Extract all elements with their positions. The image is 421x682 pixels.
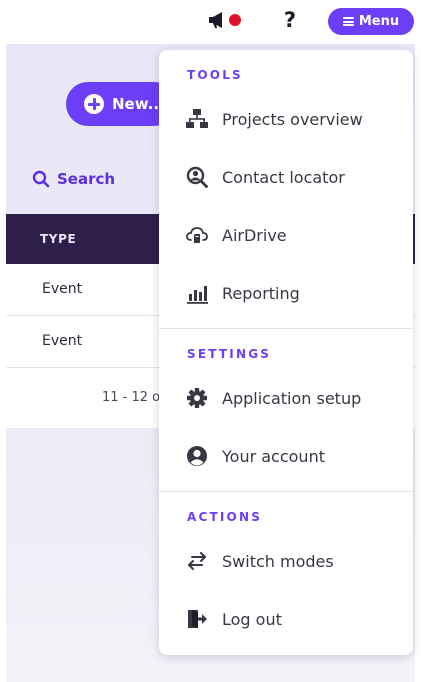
menu-item-label: Contact locator bbox=[222, 167, 345, 187]
menu-button-label: Menu bbox=[358, 14, 400, 29]
log-out-icon bbox=[186, 608, 208, 630]
menu-item-airdrive[interactable]: AirDrive bbox=[159, 206, 413, 264]
notification-dot bbox=[229, 14, 241, 26]
menu-item-label: Your account bbox=[222, 446, 325, 466]
plus-circle-icon bbox=[84, 94, 104, 114]
section-title-settings: SETTINGS bbox=[187, 347, 272, 361]
new-button-label: New... bbox=[112, 95, 165, 113]
menu-item-label: Reporting bbox=[222, 283, 300, 303]
menu-item-label: AirDrive bbox=[222, 225, 287, 245]
menu-item-label: Projects overview bbox=[222, 109, 363, 129]
menu-item-your-account[interactable]: Your account bbox=[159, 427, 413, 485]
search-link[interactable]: Search bbox=[32, 167, 115, 191]
top-bar: ? Menu bbox=[0, 0, 421, 44]
section-title-tools: TOOLS bbox=[187, 68, 243, 82]
menu-item-contact-locator[interactable]: Contact locator bbox=[159, 148, 413, 206]
announcements-button[interactable] bbox=[205, 9, 247, 31]
search-icon bbox=[32, 170, 50, 188]
section-title-actions: ACTIONS bbox=[187, 510, 263, 524]
search-label: Search bbox=[57, 170, 116, 188]
switch-arrows-icon bbox=[186, 550, 208, 572]
sitemap-icon bbox=[186, 108, 208, 130]
user-search-icon bbox=[186, 166, 208, 188]
megaphone-icon bbox=[209, 12, 241, 28]
cloud-drive-icon bbox=[186, 224, 208, 246]
menu-item-label: Log out bbox=[222, 609, 282, 629]
hamburger-icon bbox=[342, 17, 354, 26]
menu-button[interactable]: Menu bbox=[328, 8, 414, 35]
menu-item-log-out[interactable]: Log out bbox=[159, 590, 413, 648]
main-menu-dropdown: TOOLS Projects overview Contact locator … bbox=[159, 50, 413, 655]
menu-item-reporting[interactable]: Reporting bbox=[159, 264, 413, 322]
menu-item-projects-overview[interactable]: Projects overview bbox=[159, 90, 413, 148]
menu-item-label: Switch modes bbox=[222, 551, 334, 571]
menu-item-switch-modes[interactable]: Switch modes bbox=[159, 532, 413, 590]
menu-item-label: Application setup bbox=[222, 388, 362, 408]
menu-item-application-setup[interactable]: Application setup bbox=[159, 369, 413, 427]
gear-icon bbox=[186, 387, 208, 409]
user-circle-icon bbox=[186, 445, 208, 467]
help-button[interactable]: ? bbox=[280, 6, 300, 34]
bar-chart-icon bbox=[186, 282, 208, 304]
